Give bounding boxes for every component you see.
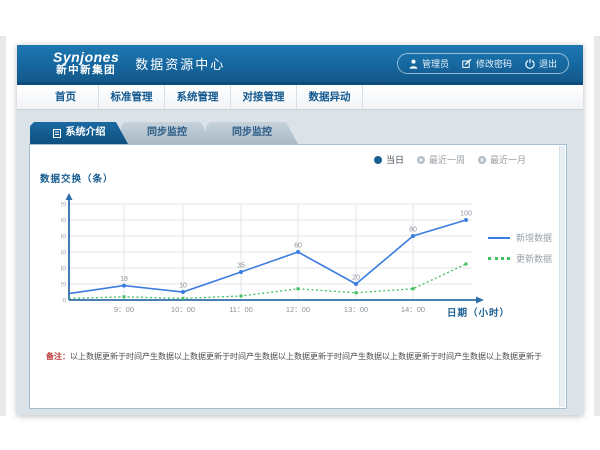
- nav-item-integration-mgmt[interactable]: 对接管理: [231, 85, 297, 109]
- logout-label: 退出: [539, 57, 557, 70]
- radio-last-month[interactable]: 最近一月: [478, 153, 526, 166]
- user-menu-button[interactable]: 管理员: [409, 57, 449, 70]
- svg-text:20: 20: [61, 282, 66, 289]
- svg-text:60: 60: [294, 243, 302, 250]
- nav-item-system-mgmt[interactable]: 系统管理: [165, 85, 231, 109]
- svg-text:11：00: 11：00: [229, 305, 253, 314]
- tab-system-intro[interactable]: 系统介绍: [30, 122, 128, 144]
- svg-text:12：00: 12：00: [286, 305, 310, 314]
- legend-item-new-data: 新增数据: [488, 231, 552, 244]
- solid-line-swatch-icon: [488, 237, 510, 239]
- user-actions-pill: 管理员 修改密码 退出: [397, 53, 569, 74]
- radio-label: 最近一月: [490, 153, 526, 166]
- company-logo[interactable]: Synjones 新中新集团: [53, 50, 119, 77]
- radio-unselected-icon: [478, 156, 486, 164]
- logo-company-name: 新中新集团: [53, 65, 119, 77]
- svg-text:80: 80: [61, 234, 66, 241]
- svg-text:40: 40: [61, 266, 66, 273]
- svg-text:13：00: 13：00: [344, 305, 368, 314]
- user-label: 管理员: [422, 57, 449, 70]
- page-body: 系统介绍 同步监控 同步监控 当日: [17, 110, 583, 412]
- note-prefix: 备注：: [46, 352, 70, 361]
- svg-text:120: 120: [61, 202, 66, 209]
- radio-last-week[interactable]: 最近一周: [417, 153, 465, 166]
- nav-item-home[interactable]: 首页: [33, 85, 99, 109]
- svg-text:18: 18: [120, 276, 128, 283]
- dotted-line-swatch-icon: [488, 257, 510, 260]
- note-text: 以上数据更新于时间产生数据以上数据更新于时间产生数据以上数据更新于时间产生数据以…: [70, 352, 542, 361]
- radio-today[interactable]: 当日: [374, 153, 404, 166]
- svg-text:100: 100: [460, 211, 472, 218]
- legend-label: 更新数据: [516, 252, 552, 265]
- left-edge-strip: [0, 36, 6, 416]
- logout-button[interactable]: 退出: [525, 57, 557, 70]
- main-nav: 首页 标准管理 系统管理 对接管理 数据异动: [17, 85, 583, 110]
- svg-text:9：00: 9：00: [114, 305, 134, 314]
- svg-text:80: 80: [409, 227, 417, 234]
- nav-item-standard-mgmt[interactable]: 标准管理: [99, 85, 165, 109]
- time-range-filter: 当日 最近一周 最近一月: [374, 153, 526, 166]
- screenshot-canvas: Synjones 新中新集团 数据资源中心 管理员 修改密码 退出: [0, 0, 600, 450]
- power-icon: [525, 59, 535, 69]
- app-header: Synjones 新中新集团 数据资源中心 管理员 修改密码 退出: [17, 45, 583, 85]
- tab-bar: 系统介绍 同步监控 同步监控: [30, 122, 298, 144]
- tab-sync-monitor-1[interactable]: 同步监控: [121, 122, 213, 144]
- svg-text:10: 10: [179, 283, 187, 290]
- legend-label: 新增数据: [516, 231, 552, 244]
- change-password-button[interactable]: 修改密码: [462, 57, 512, 70]
- tab-label: 同步监控: [147, 122, 187, 144]
- chart-y-axis-title: 数据交换（条）: [40, 171, 114, 185]
- line-chart: 0 20 40 60 80 100 120 9：00 10：00 11：00 12：00 13：00 1…: [61, 193, 501, 321]
- radio-selected-icon: [374, 156, 382, 164]
- tab-label: 同步监控: [232, 122, 272, 144]
- legend-item-update-data: 更新数据: [488, 252, 552, 265]
- svg-text:0: 0: [62, 298, 66, 305]
- chart-x-axis-title: 日期（小时）: [447, 305, 510, 319]
- tab-label: 系统介绍: [66, 122, 106, 144]
- right-edge-strip: [594, 36, 600, 416]
- vertical-scrollbar[interactable]: [559, 146, 565, 407]
- chart-legend: 新增数据 更新数据: [488, 231, 552, 265]
- tab-sync-monitor-2[interactable]: 同步监控: [206, 122, 298, 144]
- radio-unselected-icon: [417, 156, 425, 164]
- svg-text:35: 35: [237, 263, 245, 270]
- radio-label: 最近一周: [429, 153, 465, 166]
- edit-icon: [462, 59, 472, 68]
- svg-text:20: 20: [352, 275, 360, 282]
- user-icon: [409, 59, 418, 69]
- svg-text:60: 60: [61, 250, 66, 257]
- svg-text:100: 100: [61, 218, 66, 225]
- svg-text:10：00: 10：00: [171, 305, 195, 314]
- svg-text:14：00: 14：00: [401, 305, 425, 314]
- radio-label: 当日: [386, 153, 404, 166]
- document-icon: [53, 129, 61, 138]
- nav-item-data-change[interactable]: 数据异动: [297, 85, 363, 109]
- app-page: Synjones 新中新集团 数据资源中心 管理员 修改密码 退出: [17, 45, 583, 415]
- content-panel: 当日 最近一周 最近一月 数据交换（条） 0 20 40 60 80 100 120 9：00…: [29, 144, 567, 409]
- page-title: 数据资源中心: [135, 54, 225, 73]
- footer-note: 备注：以上数据更新于时间产生数据以上数据更新于时间产生数据以上数据更新于时间产生…: [30, 351, 558, 362]
- change-password-label: 修改密码: [476, 57, 512, 70]
